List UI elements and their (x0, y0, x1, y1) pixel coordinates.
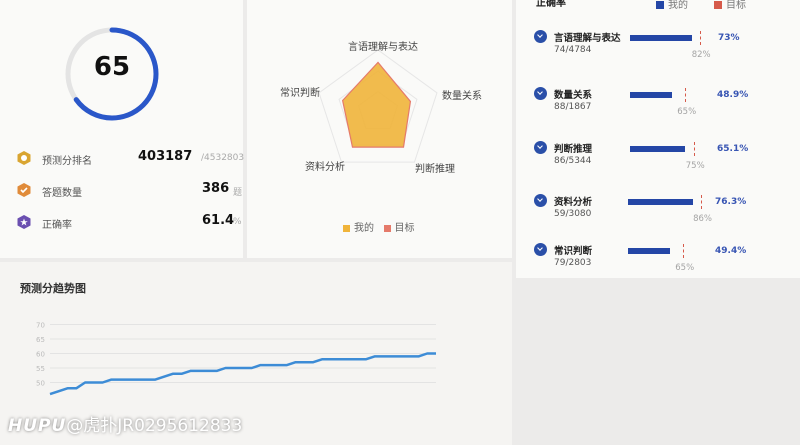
stat-accuracy-label: 正确率 (42, 220, 72, 231)
accuracy-row-count: 86/5344 (554, 156, 592, 166)
target-marker (683, 244, 685, 258)
legend-mine-label: 我的 (354, 223, 374, 234)
trend-y-tick: 55 (36, 365, 45, 373)
accuracy-row-name: 常识判断 (554, 246, 593, 257)
trend-y-tick: 50 (36, 380, 45, 388)
accuracy-bar (628, 248, 670, 254)
trend-line (49, 352, 436, 396)
watermark-text: @虎扑JR0295612833 (66, 416, 243, 436)
accuracy-row-pct: 49.4% (715, 246, 747, 256)
radar-axis-label: 常识判断 (280, 88, 320, 99)
trend-y-tick: 60 (36, 351, 45, 359)
chevron-down-icon[interactable] (534, 194, 547, 207)
accuracy-row-target-pct: 75% (685, 161, 705, 171)
accuracy-row-name: 判断推理 (554, 144, 593, 155)
chevron-down-icon[interactable] (534, 141, 547, 154)
radar-axis-label: 数量关系 (442, 91, 482, 102)
accuracy-row-pct: 76.3% (715, 197, 747, 207)
chevron-down-icon[interactable] (534, 30, 547, 43)
radar-chart (318, 49, 438, 163)
trend-y-tick: 65 (36, 336, 45, 344)
accuracy-row-target-pct: 86% (693, 214, 712, 224)
predicted-score: 65 (93, 52, 131, 82)
accuracy-row-count: 88/1867 (554, 102, 592, 112)
count-badge-icon (17, 183, 31, 197)
target-marker (701, 195, 703, 209)
stat-count-label: 答题数量 (42, 188, 82, 199)
radar-panel: 言语理解与表达 数量关系 判断推理 资料分析 常识判断 我的 目标 (247, 0, 512, 258)
accuracy-row-target-pct: 65% (677, 107, 697, 117)
radar-mine-area (341, 61, 412, 148)
accuracy-panel: 正确率 我的 目标 言语理解与表达 74/4784 73% 82% 数量关系 88/186… (516, 0, 800, 278)
accuracy-row-pct: 73% (718, 33, 740, 43)
accuracy-row-pct: 48.9% (717, 90, 749, 100)
radar-legend: 我的 目标 (343, 219, 415, 234)
accuracy-row-count: 59/3080 (554, 209, 592, 219)
radar-axis-label: 资料分析 (305, 162, 345, 173)
target-marker (685, 88, 687, 102)
accuracy-bar (630, 146, 686, 152)
stat-rank-total: /4532803 (201, 153, 245, 163)
legend-target-label: 目标 (394, 223, 415, 234)
stat-accuracy-value: 61.4 (202, 213, 235, 228)
stat-count-value: 386 (202, 181, 230, 196)
accuracy-row-target-pct: 82% (691, 50, 711, 60)
stat-accuracy-unit: % (233, 217, 242, 227)
trend-y-tick: 70 (36, 322, 45, 330)
accuracy-row[interactable]: 资料分析 59/3080 76.3% 86% (516, 194, 800, 234)
accuracy-badge-icon (17, 215, 31, 229)
accuracy-row-pct: 65.1% (717, 144, 749, 154)
target-marker (693, 142, 696, 156)
stat-rank-value: 403187 (138, 149, 193, 164)
watermark-brand: HUPU (8, 416, 67, 436)
accuracy-row[interactable]: 数量关系 88/1867 48.9% 65% (516, 87, 800, 127)
stat-rank-label: 预测分排名 (42, 156, 92, 167)
score-panel: 65 预测分排名 403187 /4532803 答题数量 386 题 正确率 … (0, 0, 244, 258)
accuracy-row-target-pct: 65% (675, 263, 695, 273)
accuracy-row[interactable]: 言语理解与表达 74/4784 73% 82% (516, 30, 800, 70)
watermark: HUPU@虎扑JR0295612833 (0, 407, 308, 445)
radar-axis-label: 判断推理 (415, 164, 455, 175)
accuracy-row[interactable]: 常识判断 79/2803 49.4% 65% (516, 243, 800, 283)
stat-count: 答题数量 386 题 (14, 181, 242, 201)
legend-target-swatch (383, 224, 391, 232)
target-marker (699, 31, 702, 45)
accuracy-row-count: 79/2803 (554, 258, 592, 268)
stat-count-unit: 题 (233, 188, 243, 198)
accuracy-row-name: 言语理解与表达 (554, 33, 621, 44)
chevron-down-icon[interactable] (534, 243, 547, 256)
rank-badge-icon (17, 151, 31, 165)
accuracy-row[interactable]: 判断推理 86/5344 65.1% 75% (516, 141, 800, 181)
radar-axis-label: 言语理解与表达 (348, 42, 418, 53)
stat-rank: 预测分排名 403187 /4532803 (14, 149, 244, 169)
accuracy-bar (630, 35, 693, 41)
stat-accuracy: 正确率 61.4 % (14, 213, 242, 233)
accuracy-row-count: 74/4784 (554, 45, 592, 55)
accuracy-legend-target: 目标 (714, 0, 746, 11)
accuracy-legend-mine: 我的 (656, 0, 688, 11)
chevron-down-icon[interactable] (534, 87, 547, 100)
legend-mine-swatch (343, 224, 350, 232)
accuracy-bar (630, 92, 672, 98)
accuracy-title: 正确率 (536, 0, 566, 9)
accuracy-row-name: 数量关系 (554, 90, 593, 101)
accuracy-bar (628, 199, 693, 205)
accuracy-row-name: 资料分析 (554, 197, 593, 208)
